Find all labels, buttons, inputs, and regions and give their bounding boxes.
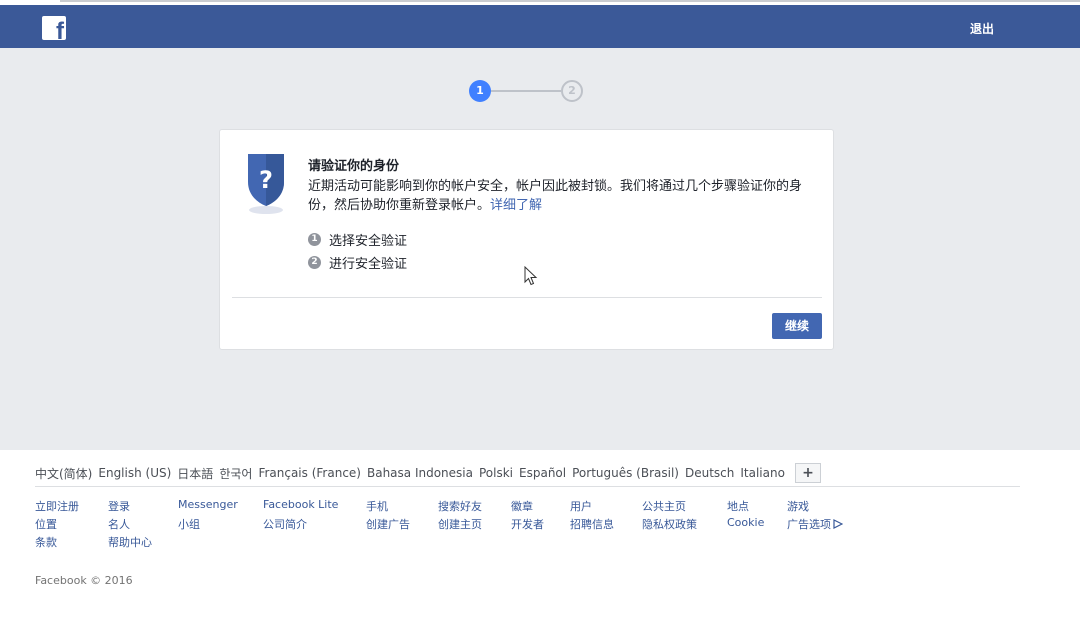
footer-link-people[interactable]: 用户 [570, 498, 592, 514]
step-item-select: 1 选择安全验证 [308, 230, 407, 249]
footer-link-games[interactable]: 游戏 [787, 498, 809, 514]
footer-link-privacy[interactable]: 隐私权政策 [642, 516, 697, 532]
step-2-dot: 2 [561, 80, 583, 102]
step-label-2: 进行安全验证 [329, 257, 408, 272]
question-shield-icon: ? [248, 154, 284, 214]
footer-link-find-friends[interactable]: 搜索好友 [438, 498, 482, 514]
footer-divider [35, 486, 1020, 487]
footer-link-careers[interactable]: 招聘信息 [570, 516, 614, 532]
card-title: 请验证你的身份 [308, 159, 400, 174]
footer-link-cookie[interactable]: Cookie [727, 516, 764, 529]
footer-link-create-page[interactable]: 创建主页 [438, 516, 482, 532]
logout-link[interactable]: 退出 [970, 20, 994, 37]
facebook-logo-icon[interactable]: f [42, 16, 66, 40]
footer-link-places[interactable]: 地点 [727, 498, 749, 514]
footer-link-mobile[interactable]: 手机 [366, 498, 388, 514]
step-label-1: 选择安全验证 [329, 234, 408, 249]
step-number-1: 1 [308, 233, 321, 246]
lang-it[interactable]: Italiano [740, 466, 785, 480]
continue-button[interactable]: 继续 [772, 313, 822, 339]
step-1-dot: 1 [469, 80, 491, 102]
lang-ko[interactable]: 한국어 [219, 465, 252, 482]
footer-link-locations[interactable]: 位置 [35, 516, 57, 532]
lang-ja[interactable]: 日本語 [177, 465, 213, 482]
footer-link-create-ad[interactable]: 创建广告 [366, 516, 410, 532]
svg-text:?: ? [259, 166, 273, 194]
footer-link-help[interactable]: 帮助中心 [108, 534, 152, 550]
checkpoint-area: 1 2 ? 请验证你的身份 近期活动可能影响到你的帐户安全，帐户因此被封锁。我们… [0, 48, 1080, 450]
lang-es[interactable]: Español [519, 466, 566, 480]
footer-link-badges[interactable]: 徽章 [511, 498, 533, 514]
footer-link-messenger[interactable]: Messenger [178, 498, 238, 511]
footer-link-login[interactable]: 登录 [108, 498, 130, 514]
footer-link-fb-lite[interactable]: Facebook Lite [263, 498, 338, 511]
lang-fr[interactable]: Français (France) [258, 466, 361, 480]
footer-link-groups[interactable]: 小组 [178, 516, 200, 532]
top-strip-line [60, 0, 1080, 2]
lang-pl[interactable]: Polski [479, 466, 513, 480]
lang-de[interactable]: Deutsch [685, 466, 734, 480]
lang-zh-cn[interactable]: 中文(简体) [35, 465, 92, 482]
footer-link-ad-choices[interactable]: 广告选项 [787, 516, 844, 532]
footer-link-pages[interactable]: 公共主页 [642, 498, 686, 514]
step-number-2: 2 [308, 256, 321, 269]
logo-letter: f [56, 18, 64, 41]
card-description: 近期活动可能影响到你的帐户安全，帐户因此被封锁。我们将通过几个步骤验证你的身份，… [308, 177, 813, 215]
card-description-text: 近期活动可能影响到你的帐户安全，帐户因此被封锁。我们将通过几个步骤验证你的身份，… [308, 179, 803, 213]
footer-link-celebrities[interactable]: 名人 [108, 516, 130, 532]
lang-en-us[interactable]: English (US) [98, 466, 171, 480]
step-item-perform: 2 进行安全验证 [308, 253, 407, 272]
footer-link-signup[interactable]: 立即注册 [35, 498, 79, 514]
lang-pt-br[interactable]: Português (Brasil) [572, 466, 679, 480]
ad-choices-label: 广告选项 [787, 518, 831, 531]
step-indicator: 1 2 [469, 80, 589, 104]
mouse-cursor-icon [524, 266, 538, 286]
copyright-text: Facebook © 2016 [35, 574, 133, 587]
card-divider [232, 297, 822, 298]
language-list: 中文(简体) English (US) 日本語 한국어 Français (Fr… [35, 458, 1025, 488]
add-language-button[interactable]: + [794, 463, 821, 483]
learn-more-link[interactable]: 详细了解 [490, 198, 542, 213]
footer-link-about[interactable]: 公司简介 [263, 516, 307, 532]
verify-identity-card: ? 请验证你的身份 近期活动可能影响到你的帐户安全，帐户因此被封锁。我们将通过几… [219, 129, 834, 350]
ad-choices-icon [833, 519, 844, 529]
top-navbar: f 退出 [0, 5, 1080, 48]
footer-link-terms[interactable]: 条款 [35, 534, 57, 550]
lang-id[interactable]: Bahasa Indonesia [367, 466, 473, 480]
footer-link-developers[interactable]: 开发者 [511, 516, 544, 532]
step-connector [491, 90, 561, 92]
